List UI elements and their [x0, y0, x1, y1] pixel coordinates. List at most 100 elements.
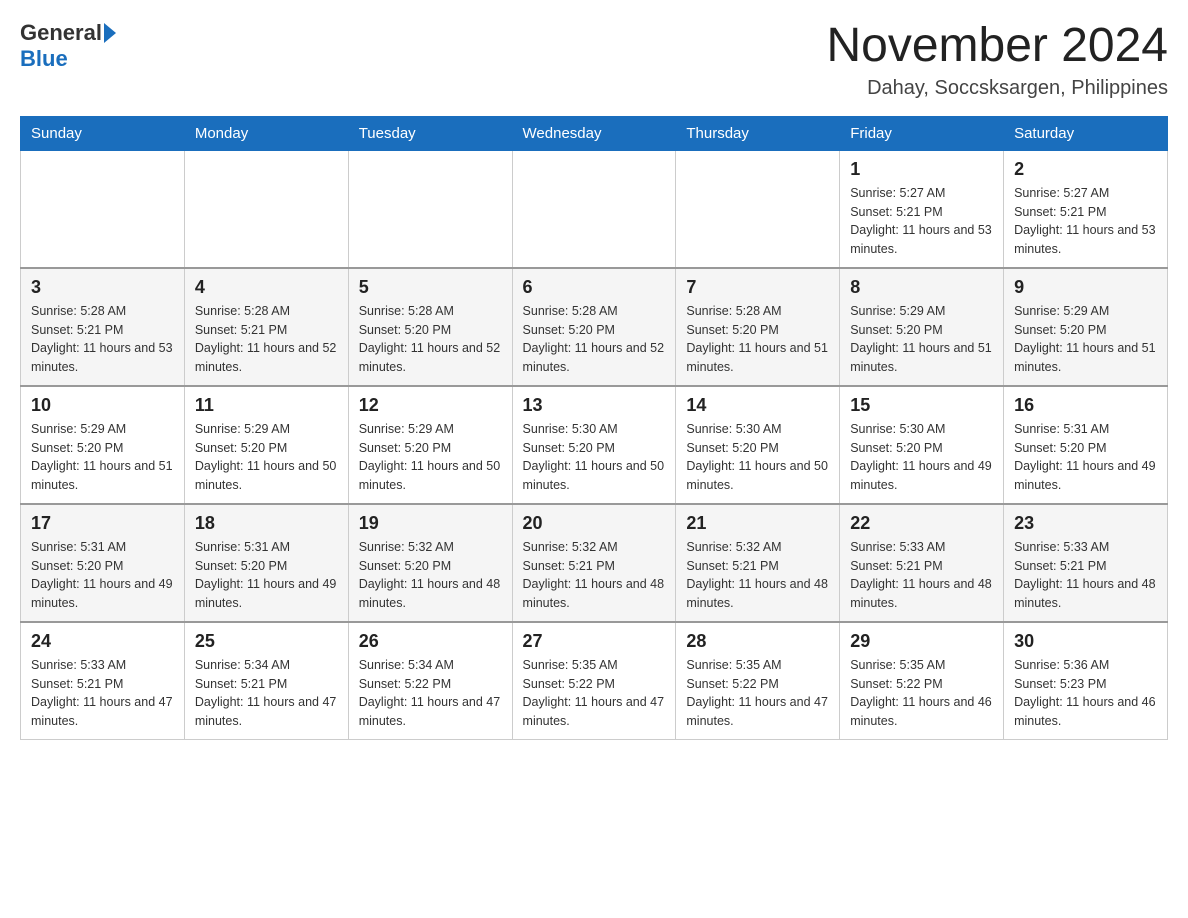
day-number: 29 [850, 631, 993, 652]
calendar-week-row: 17 Sunrise: 5:31 AMSunset: 5:20 PMDayligh… [21, 504, 1168, 622]
calendar-day-cell: 12 Sunrise: 5:29 AMSunset: 5:20 PMDayligh… [348, 386, 512, 504]
calendar-day-cell: 5 Sunrise: 5:28 AMSunset: 5:20 PMDaylight… [348, 268, 512, 386]
calendar-day-cell: 19 Sunrise: 5:32 AMSunset: 5:20 PMDayligh… [348, 504, 512, 622]
calendar-day-cell: 2 Sunrise: 5:27 AMSunset: 5:21 PMDaylight… [1004, 150, 1168, 268]
day-info: Sunrise: 5:28 AMSunset: 5:21 PMDaylight:… [31, 302, 174, 377]
day-info: Sunrise: 5:27 AMSunset: 5:21 PMDaylight:… [1014, 184, 1157, 259]
day-number: 16 [1014, 395, 1157, 416]
page-title: November 2024 [826, 20, 1168, 73]
day-info: Sunrise: 5:35 AMSunset: 5:22 PMDaylight:… [686, 656, 829, 731]
calendar-table: Sunday Monday Tuesday Wednesday Thursday… [20, 116, 1168, 740]
day-number: 12 [359, 395, 502, 416]
day-info: Sunrise: 5:35 AMSunset: 5:22 PMDaylight:… [523, 656, 666, 731]
calendar-day-cell: 21Sunrise: 5:32 AMSunset: 5:21 PMDayligh… [676, 504, 840, 622]
calendar-day-cell [21, 150, 185, 268]
calendar-day-cell: 4Sunrise: 5:28 AMSunset: 5:21 PMDaylight… [184, 268, 348, 386]
page-subtitle: Dahay, Soccsksargen, Philippines [826, 77, 1168, 100]
calendar-day-cell: 27 Sunrise: 5:35 AMSunset: 5:22 PMDayligh… [512, 622, 676, 740]
calendar-body: 1Sunrise: 5:27 AMSunset: 5:21 PMDaylight… [21, 150, 1168, 739]
col-friday: Friday [840, 116, 1004, 150]
day-info: Sunrise: 5:35 AMSunset: 5:22 PMDaylight:… [850, 656, 993, 731]
col-sunday: Sunday [21, 116, 185, 150]
day-info: Sunrise: 5:33 AMSunset: 5:21 PMDaylight:… [31, 656, 174, 731]
calendar-day-cell: 10Sunrise: 5:29 AMSunset: 5:20 PMDayligh… [21, 386, 185, 504]
calendar-day-cell: 18Sunrise: 5:31 AMSunset: 5:20 PMDayligh… [184, 504, 348, 622]
day-number: 4 [195, 277, 338, 298]
header-row: Sunday Monday Tuesday Wednesday Thursday… [21, 116, 1168, 150]
day-info: Sunrise: 5:32 AMSunset: 5:21 PMDaylight:… [523, 538, 666, 613]
day-number: 27 [523, 631, 666, 652]
day-info: Sunrise: 5:29 AMSunset: 5:20 PMDaylight:… [359, 420, 502, 495]
day-info: Sunrise: 5:28 AMSunset: 5:20 PMDaylight:… [359, 302, 502, 377]
logo: General Blue [20, 20, 116, 72]
calendar-day-cell: 29 Sunrise: 5:35 AMSunset: 5:22 PMDayligh… [840, 622, 1004, 740]
day-info: Sunrise: 5:29 AMSunset: 5:20 PMDaylight:… [31, 420, 174, 495]
day-number: 3 [31, 277, 174, 298]
day-info: Sunrise: 5:33 AMSunset: 5:21 PMDaylight:… [850, 538, 993, 613]
calendar-day-cell: 25 Sunrise: 5:34 AMSunset: 5:21 PMDayligh… [184, 622, 348, 740]
header: General Blue November 2024 Dahay, Soccsk… [20, 20, 1168, 100]
calendar-day-cell: 8Sunrise: 5:29 AMSunset: 5:20 PMDaylight… [840, 268, 1004, 386]
day-info: Sunrise: 5:32 AMSunset: 5:20 PMDaylight:… [359, 538, 502, 613]
day-number: 8 [850, 277, 993, 298]
logo-blue-text: Blue [20, 46, 68, 72]
col-monday: Monday [184, 116, 348, 150]
calendar-day-cell: 20 Sunrise: 5:32 AMSunset: 5:21 PMDayligh… [512, 504, 676, 622]
col-tuesday: Tuesday [348, 116, 512, 150]
calendar-day-cell: 7 Sunrise: 5:28 AMSunset: 5:20 PMDaylight… [676, 268, 840, 386]
day-info: Sunrise: 5:29 AMSunset: 5:20 PMDaylight:… [195, 420, 338, 495]
calendar-day-cell [184, 150, 348, 268]
day-info: Sunrise: 5:30 AMSunset: 5:20 PMDaylight:… [686, 420, 829, 495]
calendar-day-cell [676, 150, 840, 268]
calendar-week-row: 3 Sunrise: 5:28 AMSunset: 5:21 PMDaylight… [21, 268, 1168, 386]
day-number: 25 [195, 631, 338, 652]
day-info: Sunrise: 5:31 AMSunset: 5:20 PMDaylight:… [1014, 420, 1157, 495]
calendar-day-cell: 23 Sunrise: 5:33 AMSunset: 5:21 PMDayligh… [1004, 504, 1168, 622]
day-info: Sunrise: 5:30 AMSunset: 5:20 PMDaylight:… [850, 420, 993, 495]
day-number: 6 [523, 277, 666, 298]
day-number: 30 [1014, 631, 1157, 652]
calendar-day-cell: 3 Sunrise: 5:28 AMSunset: 5:21 PMDaylight… [21, 268, 185, 386]
col-saturday: Saturday [1004, 116, 1168, 150]
day-info: Sunrise: 5:34 AMSunset: 5:22 PMDaylight:… [359, 656, 502, 731]
day-info: Sunrise: 5:30 AMSunset: 5:20 PMDaylight:… [523, 420, 666, 495]
calendar-day-cell: 6 Sunrise: 5:28 AMSunset: 5:20 PMDaylight… [512, 268, 676, 386]
day-number: 5 [359, 277, 502, 298]
day-info: Sunrise: 5:31 AMSunset: 5:20 PMDaylight:… [31, 538, 174, 613]
calendar-day-cell: 24 Sunrise: 5:33 AMSunset: 5:21 PMDayligh… [21, 622, 185, 740]
calendar-day-cell: 26Sunrise: 5:34 AMSunset: 5:22 PMDayligh… [348, 622, 512, 740]
day-number: 23 [1014, 513, 1157, 534]
day-info: Sunrise: 5:33 AMSunset: 5:21 PMDaylight:… [1014, 538, 1157, 613]
calendar-day-cell: 11Sunrise: 5:29 AMSunset: 5:20 PMDayligh… [184, 386, 348, 504]
calendar-day-cell [348, 150, 512, 268]
day-number: 28 [686, 631, 829, 652]
calendar-day-cell [512, 150, 676, 268]
day-number: 7 [686, 277, 829, 298]
day-info: Sunrise: 5:27 AMSunset: 5:21 PMDaylight:… [850, 184, 993, 259]
calendar-day-cell: 1Sunrise: 5:27 AMSunset: 5:21 PMDaylight… [840, 150, 1004, 268]
calendar-day-cell: 30 Sunrise: 5:36 AMSunset: 5:23 PMDayligh… [1004, 622, 1168, 740]
calendar-header: Sunday Monday Tuesday Wednesday Thursday… [21, 116, 1168, 150]
day-number: 14 [686, 395, 829, 416]
day-number: 20 [523, 513, 666, 534]
day-number: 24 [31, 631, 174, 652]
day-number: 17 [31, 513, 174, 534]
day-number: 15 [850, 395, 993, 416]
calendar-day-cell: 14 Sunrise: 5:30 AMSunset: 5:20 PMDayligh… [676, 386, 840, 504]
calendar-day-cell: 13 Sunrise: 5:30 AMSunset: 5:20 PMDayligh… [512, 386, 676, 504]
col-thursday: Thursday [676, 116, 840, 150]
calendar-day-cell: 22Sunrise: 5:33 AMSunset: 5:21 PMDayligh… [840, 504, 1004, 622]
day-info: Sunrise: 5:36 AMSunset: 5:23 PMDaylight:… [1014, 656, 1157, 731]
logo-arrow-icon [104, 23, 116, 43]
calendar-day-cell: 15 Sunrise: 5:30 AMSunset: 5:20 PMDayligh… [840, 386, 1004, 504]
day-info: Sunrise: 5:28 AMSunset: 5:20 PMDaylight:… [523, 302, 666, 377]
day-info: Sunrise: 5:29 AMSunset: 5:20 PMDaylight:… [1014, 302, 1157, 377]
day-number: 19 [359, 513, 502, 534]
day-number: 2 [1014, 159, 1157, 180]
calendar-day-cell: 9Sunrise: 5:29 AMSunset: 5:20 PMDaylight… [1004, 268, 1168, 386]
day-info: Sunrise: 5:34 AMSunset: 5:21 PMDaylight:… [195, 656, 338, 731]
calendar-day-cell: 17 Sunrise: 5:31 AMSunset: 5:20 PMDayligh… [21, 504, 185, 622]
calendar-week-row: 24 Sunrise: 5:33 AMSunset: 5:21 PMDayligh… [21, 622, 1168, 740]
day-info: Sunrise: 5:28 AMSunset: 5:20 PMDaylight:… [686, 302, 829, 377]
day-number: 13 [523, 395, 666, 416]
